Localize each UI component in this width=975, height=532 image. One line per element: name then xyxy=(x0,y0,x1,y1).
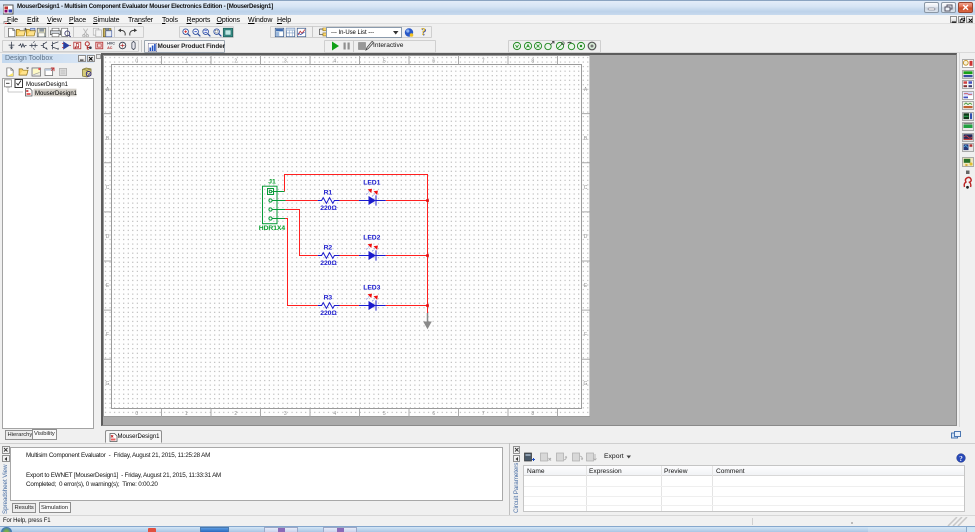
svg-text:MouserDesign1: MouserDesign1 xyxy=(35,91,78,97)
svg-text:?: ? xyxy=(959,455,963,463)
svg-text:5: 5 xyxy=(383,58,386,64)
svg-text:7: 7 xyxy=(482,58,485,64)
svg-text:F: F xyxy=(106,332,109,338)
svg-text:220Ω: 220Ω xyxy=(320,310,337,317)
svg-text:8: 8 xyxy=(531,58,534,64)
svg-text:2: 2 xyxy=(234,411,237,417)
svg-text:LED2: LED2 xyxy=(363,235,380,242)
svg-text:7: 7 xyxy=(482,411,485,417)
svg-text:6: 6 xyxy=(432,58,435,64)
svg-text:4: 4 xyxy=(333,58,336,64)
svg-text:D: D xyxy=(106,234,110,240)
svg-text:LED1: LED1 xyxy=(363,180,380,187)
svg-text:AC: AC xyxy=(107,46,113,50)
svg-text:R3: R3 xyxy=(324,294,333,301)
svg-text:220Ω: 220Ω xyxy=(320,260,337,267)
svg-text:LED3: LED3 xyxy=(363,285,380,292)
svg-text:?: ? xyxy=(420,27,425,38)
svg-text:6: 6 xyxy=(432,411,435,417)
svg-text:0: 0 xyxy=(135,411,138,417)
svg-text:G: G xyxy=(584,381,588,387)
svg-text:C: C xyxy=(106,185,110,191)
svg-text:G: G xyxy=(106,381,110,387)
svg-text:0: 0 xyxy=(135,58,138,64)
svg-text:220Ω: 220Ω xyxy=(320,205,337,212)
svg-text:F: F xyxy=(584,332,587,338)
svg-text:HDR1X4: HDR1X4 xyxy=(259,225,286,232)
svg-text:3: 3 xyxy=(284,411,287,417)
svg-text:C: C xyxy=(584,185,588,191)
svg-text:4: 4 xyxy=(333,411,336,417)
svg-text:J1: J1 xyxy=(268,179,276,186)
svg-text:MouserDesign1: MouserDesign1 xyxy=(26,82,69,88)
svg-text:V: V xyxy=(87,71,90,76)
svg-text:1: 1 xyxy=(185,58,188,64)
svg-text:1: 1 xyxy=(185,411,188,417)
svg-text:8: 8 xyxy=(531,411,534,417)
svg-text:D: D xyxy=(584,234,588,240)
svg-text:R1: R1 xyxy=(324,189,333,196)
svg-text:R2: R2 xyxy=(324,244,333,251)
svg-text:3: 3 xyxy=(284,58,287,64)
svg-text:5: 5 xyxy=(383,411,386,417)
svg-text:2: 2 xyxy=(234,58,237,64)
